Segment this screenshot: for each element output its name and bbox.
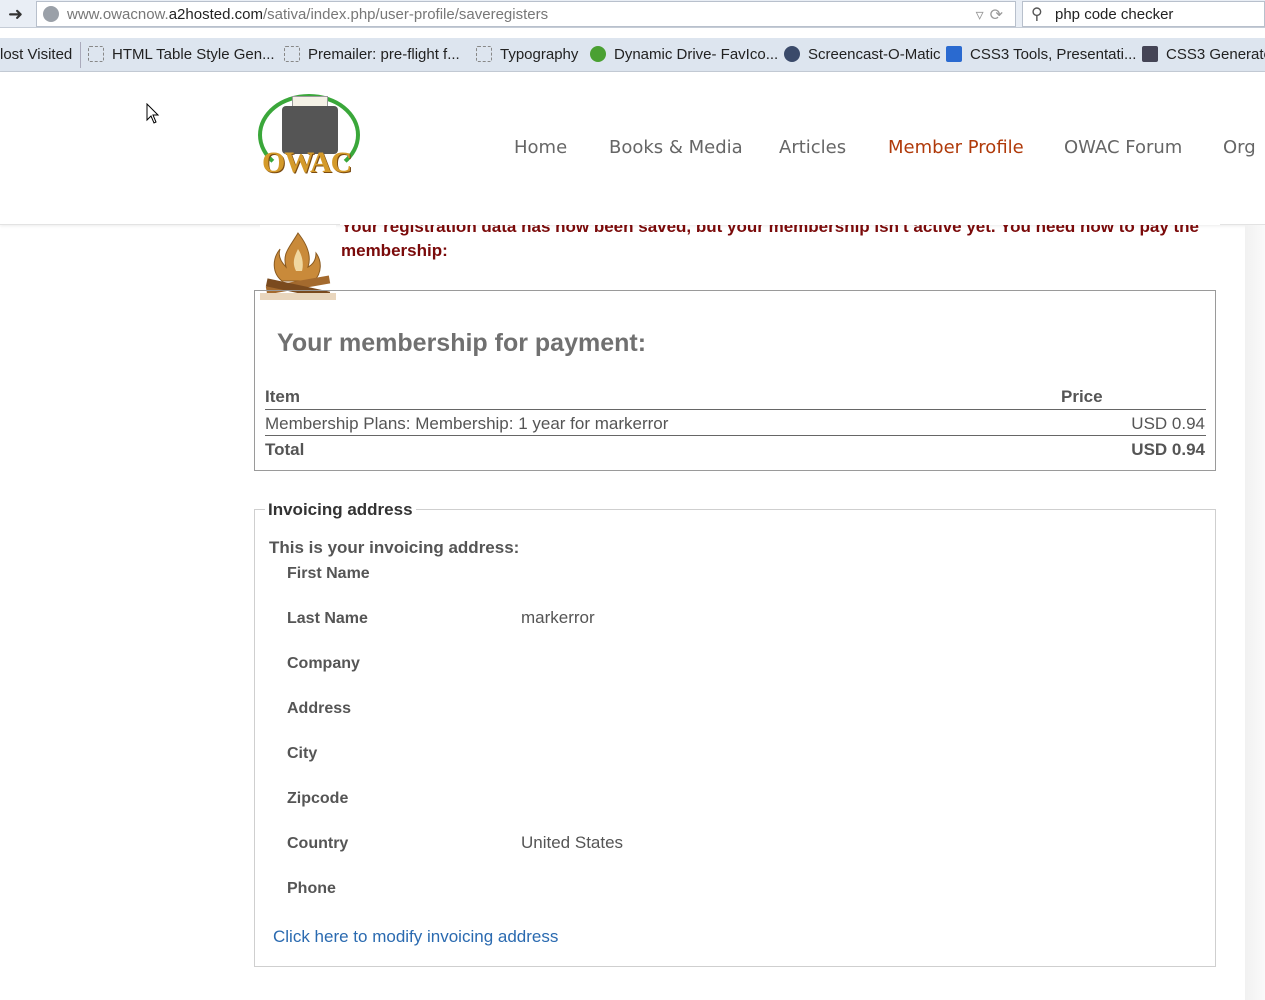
payment-box: Your membership for payment: Item Price … — [254, 290, 1216, 471]
bookmark-item[interactable]: HTML Table Style Gen... — [88, 46, 275, 63]
bookmark-label: HTML Table Style Gen... — [112, 46, 275, 63]
field-label-first-name: First Name — [287, 565, 370, 582]
page-icon — [88, 46, 104, 62]
bookmark-item[interactable]: CSS3 Tools, Presentati... — [946, 46, 1136, 63]
invoicing-legend: Invoicing address — [265, 500, 416, 520]
bookmark-most-visited[interactable]: lost Visited — [0, 46, 72, 63]
logo-text: OWAC — [262, 146, 352, 179]
bookmark-label: Screencast-O-Matic — [808, 46, 941, 63]
column-header-item: Item — [265, 387, 300, 406]
screencast-icon — [784, 46, 800, 62]
bookmark-label: Typography — [500, 46, 579, 63]
nav-org[interactable]: Org — [1223, 137, 1256, 158]
url-text[interactable]: www.owacnow.a2hosted.com/sativa/index.ph… — [67, 6, 548, 23]
browser-toolbar: ➜ www.owacnow.a2hosted.com/sativa/index.… — [0, 0, 1265, 28]
url-prefix: www.owacnow. — [67, 6, 169, 23]
notice-clip — [340, 214, 1220, 225]
field-label-city: City — [287, 745, 318, 762]
forward-arrow-icon[interactable]: ➜ — [8, 4, 30, 24]
bookmark-item[interactable]: Dynamic Drive- FavIco... — [590, 46, 778, 63]
campfire-image — [260, 225, 336, 300]
search-input[interactable]: php code checker — [1055, 6, 1173, 23]
reload-icon[interactable]: ▿⟳ — [976, 5, 1009, 25]
field-label-address: Address — [287, 700, 352, 717]
search-icon: ⚲ — [1031, 6, 1043, 23]
field-label-country: Country — [287, 835, 349, 852]
header-divider — [265, 409, 1206, 410]
field-value-last-name: markerror — [521, 608, 595, 627]
page-icon — [284, 46, 300, 62]
bookmark-item[interactable]: Premailer: pre-flight f... — [284, 46, 460, 63]
column-header-price: Price — [1061, 387, 1103, 406]
invoicing-address-box: Invoicing address This is your invoicing… — [254, 500, 1216, 967]
owac-logo[interactable]: OWAC — [252, 92, 367, 187]
total-label: Total — [265, 440, 305, 459]
page-icon — [476, 46, 492, 62]
url-path: /sativa/index.php/user-profile/saveregis… — [262, 6, 549, 23]
site-header: OWAC Home Books & Media Articles Member … — [0, 72, 1265, 225]
item-cell: Membership Plans: Membership: 1 year for… — [265, 414, 669, 433]
nav-owac-forum[interactable]: OWAC Forum — [1064, 137, 1182, 158]
bookmark-item[interactable]: Screencast-O-Matic — [784, 46, 941, 63]
css3-generator-icon — [1142, 46, 1158, 62]
dynamic-drive-icon — [590, 46, 606, 62]
bookmark-label: CSS3 Generato — [1166, 46, 1265, 63]
bookmark-label: lost Visited — [0, 46, 73, 63]
page-shadow — [1245, 225, 1265, 1000]
nav-books-media[interactable]: Books & Media — [609, 137, 743, 158]
bookmark-label: Premailer: pre-flight f... — [308, 46, 460, 63]
bookmark-label: Dynamic Drive- FavIco... — [614, 46, 779, 63]
nav-home[interactable]: Home — [514, 137, 567, 158]
bookmark-separator — [80, 42, 81, 68]
globe-icon — [43, 6, 59, 22]
field-label-last-name: Last Name — [287, 610, 368, 627]
search-box[interactable]: ⚲ php code checker — [1022, 1, 1265, 27]
bookmark-item[interactable]: CSS3 Generato — [1142, 46, 1265, 63]
nav-member-profile[interactable]: Member Profile — [888, 137, 1024, 158]
field-label-phone: Phone — [287, 880, 336, 897]
nav-articles[interactable]: Articles — [779, 137, 846, 158]
url-host: a2hosted.com — [168, 6, 263, 23]
field-value-country: United States — [521, 833, 624, 852]
bookmark-label: CSS3 Tools, Presentati... — [970, 46, 1137, 63]
total-value: USD 0.94 — [1131, 440, 1205, 459]
address-bar[interactable]: www.owacnow.a2hosted.com/sativa/index.ph… — [36, 1, 1016, 27]
field-label-zipcode: Zipcode — [287, 790, 349, 807]
css3-tools-icon — [946, 46, 962, 62]
invoicing-intro: This is your invoicing address: — [269, 538, 520, 557]
modify-invoicing-address-link[interactable]: Click here to modify invoicing address — [273, 927, 558, 947]
field-label-company: Company — [287, 655, 360, 672]
row-divider — [265, 435, 1206, 436]
bookmarks-bar: lost Visited HTML Table Style Gen... Pre… — [0, 38, 1265, 72]
price-cell: USD 0.94 — [1131, 414, 1205, 433]
mouse-cursor-icon — [146, 102, 160, 130]
bookmark-item[interactable]: Typography — [476, 46, 578, 63]
payment-title: Your membership for payment: — [277, 329, 647, 357]
